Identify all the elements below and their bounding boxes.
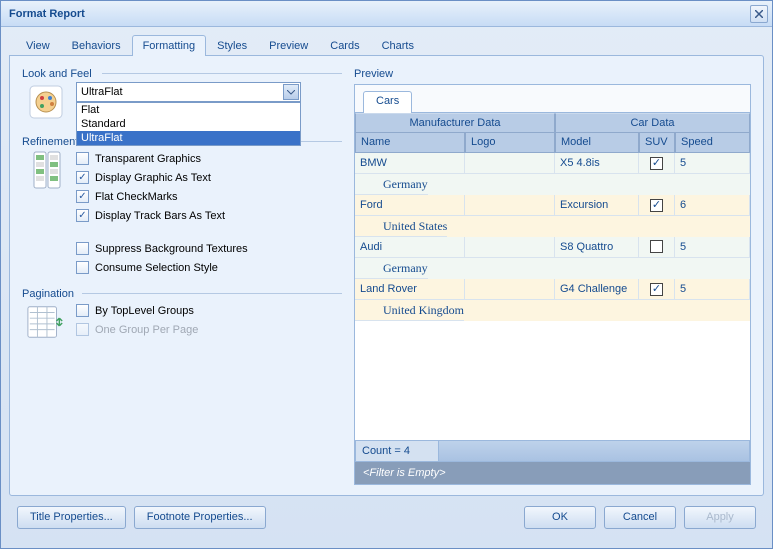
tab-formatting[interactable]: Formatting: [132, 35, 207, 56]
check-consume-selection-style[interactable]: Consume Selection Style: [76, 261, 342, 274]
pagination-section: By TopLevel Groups One Group Per Page: [22, 294, 342, 354]
titlebar: Format Report: [1, 1, 772, 27]
formatting-panel: Look and Feel UltraFlat: [9, 55, 764, 496]
grid-group-headers: Manufacturer Data Car Data: [355, 113, 750, 133]
check-by-toplevel-groups[interactable]: By TopLevel Groups: [76, 304, 342, 317]
tab-charts[interactable]: Charts: [371, 35, 425, 56]
group-row: United States: [355, 216, 750, 237]
grid-column-headers: Name Logo Model SUV Speed Count: [355, 133, 750, 153]
look-and-feel-dropdown: Flat Standard UltraFlat: [76, 102, 301, 146]
tab-cards[interactable]: Cards: [319, 35, 370, 56]
suv-checkbox: ✓: [650, 199, 663, 212]
group-header-car: Car Data: [555, 113, 750, 133]
grid-body: BMW X5 4.8is ✓ 5 Germany Ford Excursion …: [355, 153, 750, 440]
pagination-checks: By TopLevel Groups One Group Per Page: [76, 302, 342, 342]
checkbox[interactable]: [76, 261, 89, 274]
group-row: Germany: [355, 174, 750, 195]
table-row[interactable]: Land Rover G4 Challenge ✓ 5: [355, 279, 750, 300]
window-title: Format Report: [9, 8, 750, 20]
footer-count: Count = 4: [355, 440, 439, 462]
apply-button: Apply: [684, 506, 756, 529]
footnote-properties-button[interactable]: Footnote Properties...: [134, 506, 266, 529]
suv-checkbox: [650, 240, 663, 253]
dropdown-item-standard[interactable]: Standard: [77, 117, 300, 131]
checkbox[interactable]: [76, 304, 89, 317]
col-name[interactable]: Name: [355, 133, 465, 153]
check-suppress-bg-textures[interactable]: Suppress Background Textures: [76, 242, 342, 255]
suv-checkbox: ✓: [650, 283, 663, 296]
check-flat-checkmarks[interactable]: ✓Flat CheckMarks: [76, 190, 342, 203]
checkbox[interactable]: ✓: [76, 209, 89, 222]
preview-label: Preview: [354, 68, 751, 80]
look-and-feel-combo[interactable]: UltraFlat: [76, 82, 301, 102]
client-area: View Behaviors Formatting Styles Preview…: [1, 27, 772, 548]
palette-icon: [26, 82, 66, 122]
look-and-feel-section: UltraFlat Flat Standard UltraFlat: [22, 74, 342, 134]
bottom-bar: Title Properties... Footnote Properties.…: [9, 496, 764, 540]
refinements-checks: Transparent Graphics ✓Display Graphic As…: [76, 150, 342, 274]
check-display-trackbars-as-text[interactable]: ✓Display Track Bars As Text: [76, 209, 342, 222]
group-header-manufacturer: Manufacturer Data: [355, 113, 555, 133]
grid-footer: Count = 4: [355, 440, 750, 462]
col-speed[interactable]: Speed Count: [675, 133, 750, 153]
format-report-window: Format Report View Behaviors Formatting …: [0, 0, 773, 549]
checkbox[interactable]: [76, 242, 89, 255]
checkbox[interactable]: [76, 152, 89, 165]
col-logo[interactable]: Logo: [465, 133, 555, 153]
tab-styles[interactable]: Styles: [206, 35, 258, 56]
tab-behaviors[interactable]: Behaviors: [61, 35, 132, 56]
refinements-icon: [26, 150, 66, 190]
preview-tab-cars[interactable]: Cars: [363, 91, 412, 113]
check-display-graphic-as-text[interactable]: ✓Display Graphic As Text: [76, 171, 342, 184]
pagination-label: Pagination: [22, 288, 342, 300]
tab-view[interactable]: View: [15, 35, 61, 56]
table-row[interactable]: Audi S8 Quattro 5: [355, 237, 750, 258]
combo-dropdown-button[interactable]: [283, 84, 299, 100]
main-tabs: View Behaviors Formatting Styles Preview…: [9, 35, 764, 56]
preview-tabs: Cars: [355, 85, 750, 113]
close-button[interactable]: [750, 5, 768, 23]
checkbox[interactable]: ✓: [76, 190, 89, 203]
title-properties-button[interactable]: Title Properties...: [17, 506, 126, 529]
left-column: Look and Feel UltraFlat: [22, 66, 342, 485]
chevron-down-icon: [287, 90, 295, 95]
tab-preview[interactable]: Preview: [258, 35, 319, 56]
filter-row[interactable]: <Filter is Empty>: [355, 462, 750, 484]
checkbox: [76, 323, 89, 336]
check-one-group-per-page: One Group Per Page: [76, 323, 342, 336]
close-icon: [755, 10, 763, 18]
dropdown-item-flat[interactable]: Flat: [77, 103, 300, 117]
group-row: Germany: [355, 258, 750, 279]
look-and-feel-label: Look and Feel: [22, 68, 342, 80]
table-row[interactable]: Ford Excursion ✓ 6: [355, 195, 750, 216]
table-row[interactable]: BMW X5 4.8is ✓ 5: [355, 153, 750, 174]
ok-button[interactable]: OK: [524, 506, 596, 529]
right-column: Preview Cars Manufacturer Data Car Data …: [354, 66, 751, 485]
preview-panel: Cars Manufacturer Data Car Data Name Log…: [354, 84, 751, 485]
refinements-section: Transparent Graphics ✓Display Graphic As…: [22, 142, 342, 286]
suv-checkbox: ✓: [650, 157, 663, 170]
group-row: United Kingdom: [355, 300, 750, 321]
cancel-button[interactable]: Cancel: [604, 506, 676, 529]
dropdown-item-ultraflat[interactable]: UltraFlat: [77, 131, 300, 145]
pagination-icon: [26, 302, 66, 342]
col-suv[interactable]: SUV: [639, 133, 675, 153]
combo-value: UltraFlat: [81, 86, 123, 98]
check-transparent-graphics[interactable]: Transparent Graphics: [76, 152, 342, 165]
checkbox[interactable]: ✓: [76, 171, 89, 184]
col-model[interactable]: Model: [555, 133, 639, 153]
